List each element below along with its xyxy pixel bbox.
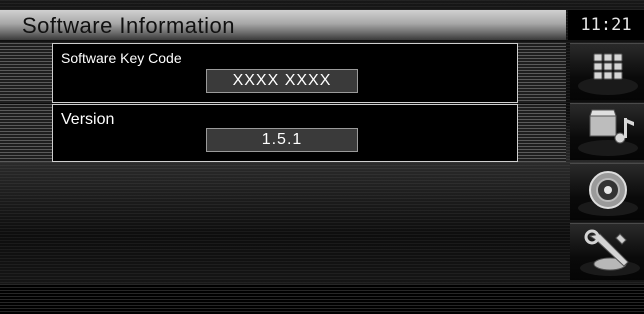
speaker-button[interactable]	[570, 163, 644, 220]
bottom-bar	[0, 284, 644, 314]
keypad-icon	[578, 53, 638, 95]
software-key-value: XXXX XXXX	[206, 69, 358, 93]
software-key-panel: Software Key Code XXXX XXXX	[52, 43, 518, 103]
media-icon	[578, 109, 638, 156]
side-menu	[566, 43, 644, 284]
version-value: 1.5.1	[206, 128, 358, 152]
page-title: Software Information	[22, 13, 235, 38]
software-key-label: Software Key Code	[61, 50, 182, 66]
settings-button[interactable]	[570, 223, 644, 280]
software-key-row: Software Key Code XXXX XXXX	[0, 43, 566, 103]
settings-tools-icon	[580, 229, 640, 276]
title-bar: Software Information	[0, 10, 566, 41]
version-panel: Version 1.5.1	[52, 104, 518, 162]
keypad-button[interactable]	[570, 43, 644, 100]
version-row: Version 1.5.1	[0, 104, 566, 162]
media-button[interactable]	[570, 103, 644, 160]
version-label: Version	[61, 111, 115, 128]
clock: 11:21	[568, 10, 644, 40]
speaker-icon	[578, 171, 638, 216]
